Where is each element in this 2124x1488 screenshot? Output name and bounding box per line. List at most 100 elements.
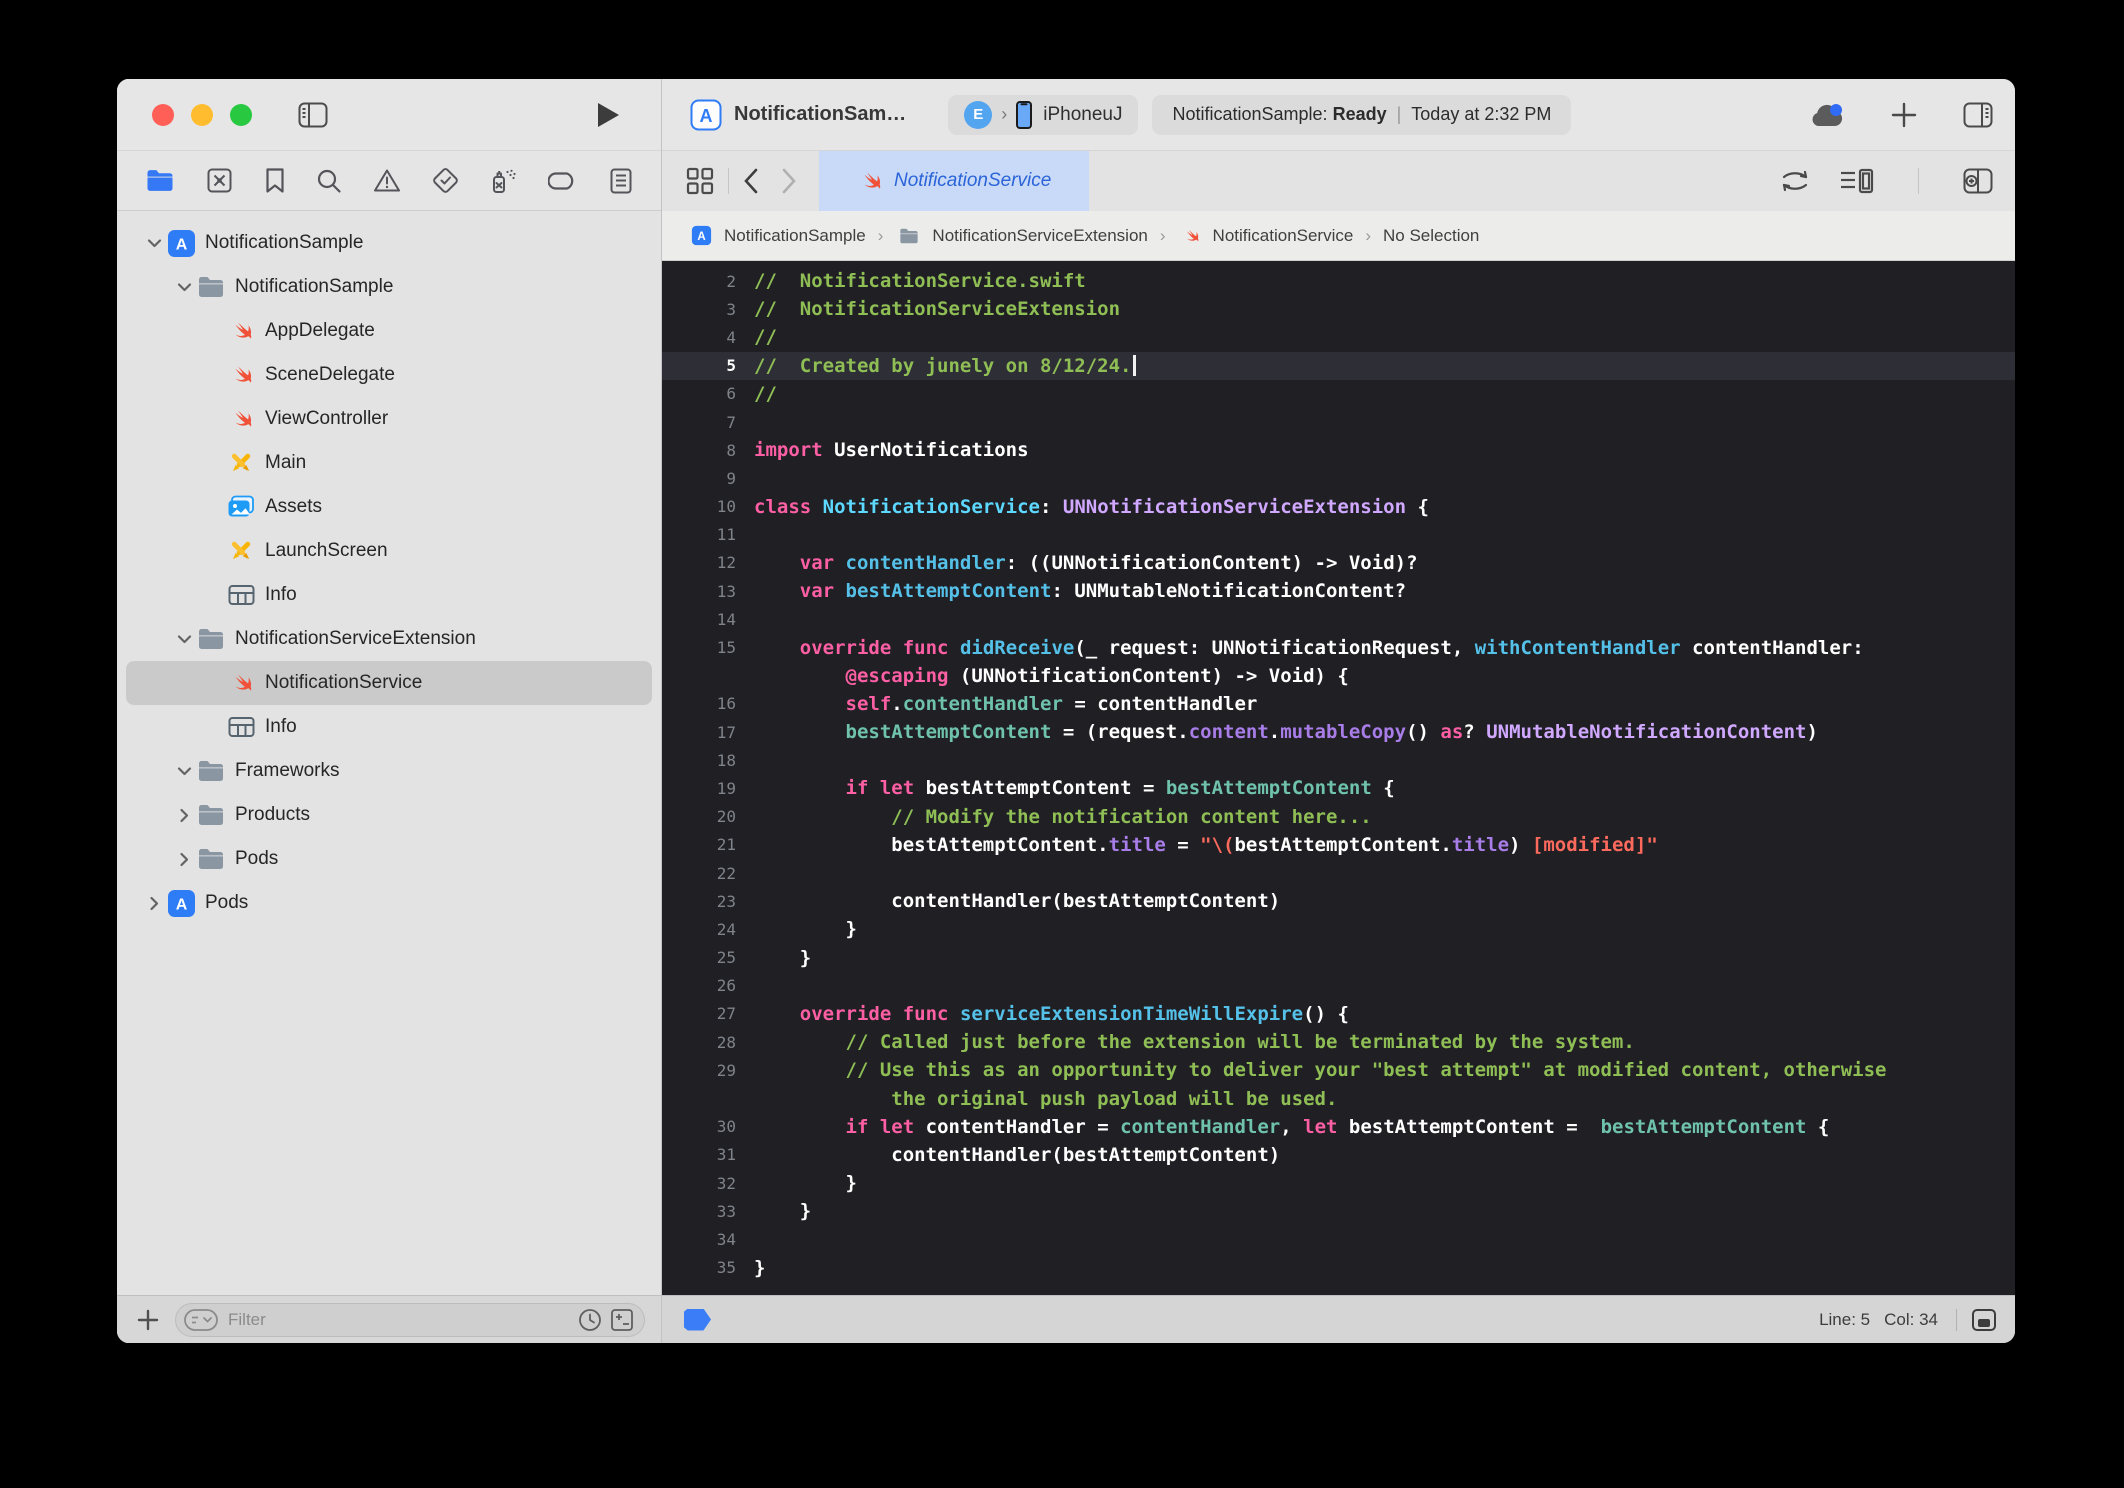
minimize-window-button[interactable]: [191, 104, 213, 126]
breakpoints-navigator-icon[interactable]: [548, 171, 578, 191]
code-line[interactable]: @escaping (UNNotificationContent) -> Voi…: [662, 662, 2015, 690]
toggle-left-sidebar-icon[interactable]: [298, 102, 328, 128]
line-number[interactable]: 26: [662, 976, 736, 995]
debug-navigator-icon[interactable]: [490, 167, 518, 195]
scheme-selector[interactable]: E › iPhoneuJ: [948, 95, 1138, 135]
code-line[interactable]: 25 }: [662, 944, 2015, 972]
line-number[interactable]: 8: [662, 441, 736, 460]
line-number[interactable]: 31: [662, 1145, 736, 1164]
line-number[interactable]: 27: [662, 1004, 736, 1023]
tests-navigator-icon[interactable]: [432, 167, 459, 194]
tree-item-notificationsample[interactable]: ANotificationSample: [126, 221, 652, 265]
breadcrumb-item-notificationservice[interactable]: NotificationService: [1178, 223, 1354, 249]
line-number[interactable]: 16: [662, 694, 736, 713]
column-indicator[interactable]: Col: 34: [1884, 1310, 1938, 1330]
source-control-navigator-icon[interactable]: [206, 167, 233, 194]
line-number[interactable]: 28: [662, 1033, 736, 1052]
code-line[interactable]: 22: [662, 859, 2015, 887]
add-split-editor-icon[interactable]: [1963, 168, 1993, 194]
code-line[interactable]: 31 contentHandler(bestAttemptContent): [662, 1141, 2015, 1169]
tab-notificationservice[interactable]: NotificationService: [819, 151, 1089, 211]
code-line[interactable]: 9: [662, 464, 2015, 492]
breadcrumb-item-notificationserviceextension[interactable]: NotificationServiceExtension: [895, 224, 1147, 248]
tree-item-notificationsample[interactable]: NotificationSample: [126, 265, 652, 309]
toggle-right-sidebar-icon[interactable]: [1963, 102, 1993, 128]
tree-item-appdelegate[interactable]: AppDelegate: [126, 309, 652, 353]
zoom-window-button[interactable]: [230, 104, 252, 126]
code-line[interactable]: 24 }: [662, 915, 2015, 943]
code-line[interactable]: 28 // Called just before the extension w…: [662, 1028, 2015, 1056]
line-number[interactable]: 35: [662, 1258, 736, 1277]
find-navigator-icon[interactable]: [316, 168, 342, 194]
code-line[interactable]: 20 // Modify the notification content he…: [662, 803, 2015, 831]
cloud-sync-icon[interactable]: [1809, 102, 1845, 128]
filter-input[interactable]: Filter: [175, 1303, 645, 1337]
line-number[interactable]: 4: [662, 328, 736, 347]
code-line[interactable]: 32 }: [662, 1169, 2015, 1197]
code-line-current[interactable]: 5// Created by junely on 8/12/24.: [662, 352, 2015, 380]
code-line[interactable]: 34: [662, 1225, 2015, 1253]
filter-options-icon[interactable]: [184, 1309, 218, 1331]
code-line[interactable]: 27 override func serviceExtensionTimeWil…: [662, 1000, 2015, 1028]
line-number[interactable]: 30: [662, 1117, 736, 1136]
related-items-icon[interactable]: [686, 167, 714, 195]
code-line[interactable]: 23 contentHandler(bestAttemptContent): [662, 887, 2015, 915]
code-line[interactable]: 29 // Use this as an opportunity to deli…: [662, 1056, 2015, 1084]
activity-status[interactable]: NotificationSample: Ready|Today at 2:32 …: [1152, 95, 1571, 135]
code-line[interactable]: 12 var contentHandler: ((UNNotificationC…: [662, 549, 2015, 577]
run-button[interactable]: [595, 101, 621, 129]
line-number[interactable]: 21: [662, 835, 736, 854]
line-number[interactable]: 11: [662, 525, 736, 544]
line-number[interactable]: 10: [662, 497, 736, 516]
code-line[interactable]: 26: [662, 972, 2015, 1000]
code-review-icon[interactable]: [1780, 169, 1810, 193]
line-number[interactable]: 32: [662, 1174, 736, 1193]
disclosure-open-icon[interactable]: [142, 238, 166, 248]
code-line[interactable]: 30 if let contentHandler = contentHandle…: [662, 1113, 2015, 1141]
line-number[interactable]: 29: [662, 1061, 736, 1080]
code-line[interactable]: 14: [662, 605, 2015, 633]
line-number[interactable]: 5: [662, 356, 736, 375]
line-number[interactable]: 25: [662, 948, 736, 967]
disclosure-open-icon[interactable]: [172, 634, 196, 644]
add-editor-tab-icon[interactable]: [1891, 102, 1917, 128]
issues-navigator-icon[interactable]: [373, 168, 401, 193]
disclosure-closed-icon[interactable]: [172, 808, 196, 823]
source-control-status-icon[interactable]: [610, 1308, 634, 1332]
line-number[interactable]: 23: [662, 892, 736, 911]
code-line[interactable]: 13 var bestAttemptContent: UNMutableNoti…: [662, 577, 2015, 605]
code-line[interactable]: 8import UserNotifications: [662, 436, 2015, 464]
code-line[interactable]: 17 bestAttemptContent = (request.content…: [662, 718, 2015, 746]
code-line[interactable]: 3// NotificationServiceExtension: [662, 295, 2015, 323]
tree-item-frameworks[interactable]: Frameworks: [126, 749, 652, 793]
code-line[interactable]: the original push payload will be used.: [662, 1084, 2015, 1112]
editor-options-icon[interactable]: [1840, 168, 1874, 194]
document-title[interactable]: A NotificationSam…: [690, 99, 906, 131]
breadcrumb-item-no-selection[interactable]: No Selection: [1383, 226, 1479, 246]
code-line[interactable]: 11: [662, 521, 2015, 549]
code-line[interactable]: 35}: [662, 1254, 2015, 1282]
line-number[interactable]: 13: [662, 582, 736, 601]
code-line[interactable]: 10class NotificationService: UNNotificat…: [662, 493, 2015, 521]
minimap-toggle-icon[interactable]: [1971, 1308, 1997, 1332]
source-editor[interactable]: 2// NotificationService.swift3// Notific…: [662, 261, 2015, 1295]
code-line[interactable]: 33 }: [662, 1197, 2015, 1225]
disclosure-open-icon[interactable]: [172, 282, 196, 292]
code-line[interactable]: 15 override func didReceive(_ request: U…: [662, 633, 2015, 661]
tree-item-info[interactable]: Info: [126, 573, 652, 617]
code-line[interactable]: 19 if let bestAttemptContent = bestAttem…: [662, 774, 2015, 802]
tree-item-assets[interactable]: Assets: [126, 485, 652, 529]
tree-item-scenedelegate[interactable]: SceneDelegate: [126, 353, 652, 397]
code-line[interactable]: 21 bestAttemptContent.title = "\(bestAtt…: [662, 831, 2015, 859]
line-number[interactable]: 34: [662, 1230, 736, 1249]
line-number[interactable]: 20: [662, 807, 736, 826]
disclosure-closed-icon[interactable]: [172, 852, 196, 867]
code-line[interactable]: 16 self.contentHandler = contentHandler: [662, 690, 2015, 718]
code-line[interactable]: 18: [662, 746, 2015, 774]
line-indicator[interactable]: Line: 5: [1819, 1310, 1870, 1330]
line-number[interactable]: 33: [662, 1202, 736, 1221]
line-number[interactable]: 18: [662, 751, 736, 770]
tree-item-pods[interactable]: Pods: [126, 837, 652, 881]
breadcrumb-item-notificationsample[interactable]: ANotificationSample: [688, 222, 866, 249]
line-number[interactable]: 12: [662, 553, 736, 572]
